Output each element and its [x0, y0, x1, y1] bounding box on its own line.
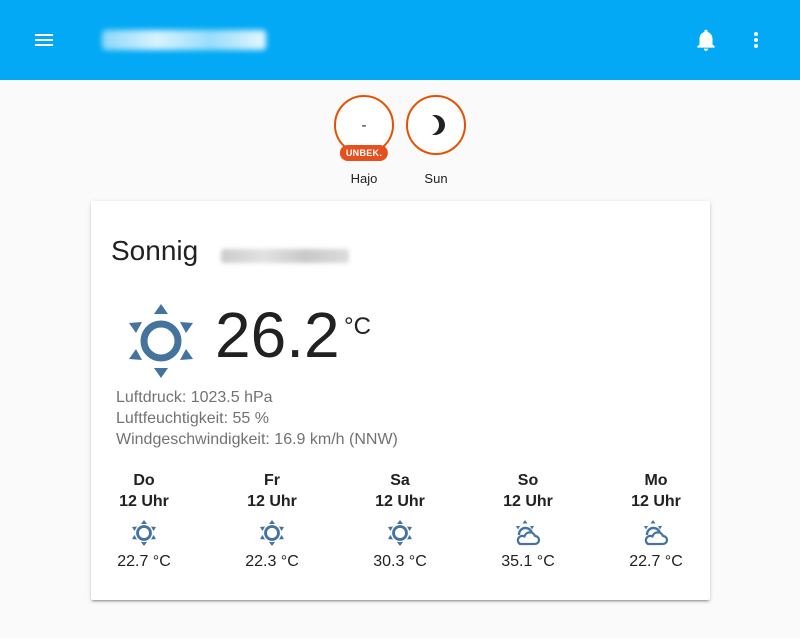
partly-cloudy-icon	[644, 520, 669, 546]
badge-sun[interactable]: Sun	[406, 95, 466, 186]
attribute-wind: Windgeschwindigkeit: 16.9 km/h (NNW)	[116, 431, 398, 448]
badge-hajo-name: Hajo	[350, 171, 378, 186]
forecast-temperature: 22.3 °C	[245, 553, 299, 570]
forecast-day-label: Mo	[644, 472, 668, 489]
forecast-temperature: 35.1 °C	[501, 553, 555, 570]
forecast-day: Do 12 Uhr 22.7 °C	[99, 471, 189, 571]
forecast-time: 12 Uhr	[247, 493, 297, 510]
forecast-day: Mo 12 Uhr 22.7 °C	[611, 471, 701, 571]
attribute-humidity: Luftfeuchtigkeit: 55 %	[116, 410, 269, 427]
more-vert-icon	[754, 32, 758, 48]
weather-card[interactable]: Sonnig 26.2 °C Luftdruck: 1023.5 hPa Luf…	[91, 201, 710, 600]
sunny-icon	[129, 304, 193, 378]
bell-icon	[697, 29, 715, 51]
sunny-icon	[388, 520, 412, 546]
forecast-day: So 12 Uhr 35.1 °C	[483, 471, 573, 571]
badge-hajo-chip: UNBEK.	[339, 145, 389, 161]
current-temperature: 26.2	[215, 299, 340, 371]
forecast-day-label: So	[517, 472, 539, 489]
moon-icon	[432, 115, 445, 135]
entity-name-redacted	[221, 249, 349, 263]
temperature-unit: °C	[344, 313, 371, 340]
forecast-temperature: 22.7 °C	[629, 553, 683, 570]
menu-button[interactable]	[22, 18, 66, 62]
badge-sun-name: Sun	[424, 171, 448, 186]
attribute-pressure: Luftdruck: 1023.5 hPa	[116, 389, 273, 406]
weather-attributes: Luftdruck: 1023.5 hPa Luftfeuchtigkeit: …	[116, 387, 398, 450]
more-menu-button[interactable]	[734, 18, 778, 62]
badge-sun-circle	[406, 95, 466, 155]
sunny-icon	[260, 520, 284, 546]
forecast-time: 12 Uhr	[375, 493, 425, 510]
forecast-time: 12 Uhr	[503, 493, 553, 510]
weather-condition: Sonnig	[111, 235, 199, 266]
sunny-icon	[132, 520, 156, 546]
forecast-day-label: Fr	[264, 472, 280, 489]
badge-hajo[interactable]: - UNBEK. Hajo	[334, 95, 394, 186]
badge-hajo-value: -	[361, 116, 367, 134]
forecast-time: 12 Uhr	[119, 493, 169, 510]
forecast-day-label: Sa	[390, 472, 410, 489]
badge-hajo-circle: - UNBEK.	[334, 95, 394, 161]
forecast-day: Sa 12 Uhr 30.3 °C	[355, 471, 445, 571]
partly-cloudy-icon	[516, 520, 541, 546]
forecast-temperature: 30.3 °C	[373, 553, 427, 570]
toolbar-title-redacted	[102, 30, 266, 50]
forecast-temperature: 22.7 °C	[117, 553, 171, 570]
menu-icon	[35, 34, 53, 46]
forecast-day: Fr 12 Uhr 22.3 °C	[227, 471, 317, 571]
app-toolbar	[0, 0, 800, 80]
forecast-time: 12 Uhr	[631, 493, 681, 510]
forecast-day-label: Do	[133, 472, 155, 489]
notifications-button[interactable]	[684, 18, 728, 62]
